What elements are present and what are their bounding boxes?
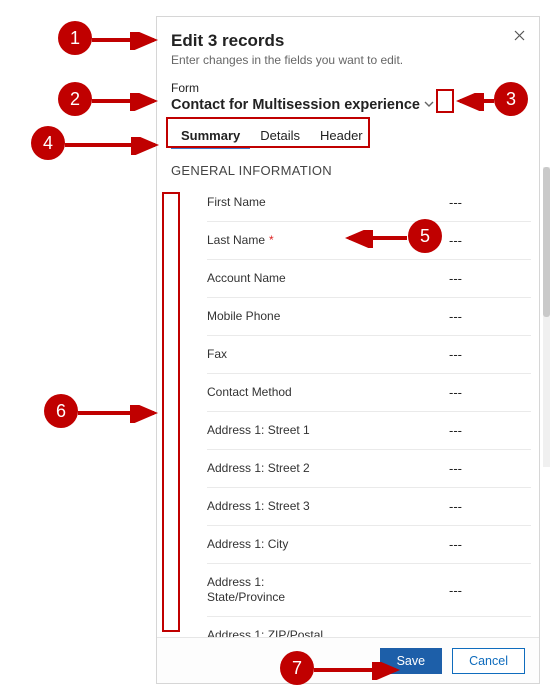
callout-3: 3 bbox=[494, 82, 528, 116]
field-value: --- bbox=[449, 347, 519, 362]
field-value: --- bbox=[449, 309, 519, 324]
callout-4: 4 bbox=[31, 126, 65, 160]
scrollbar-thumb[interactable] bbox=[543, 167, 550, 317]
callout-box-dropdown bbox=[436, 89, 454, 113]
field-fax[interactable]: Fax --- bbox=[207, 336, 531, 374]
close-icon bbox=[514, 30, 525, 41]
callout-2: 2 bbox=[58, 82, 92, 116]
field-value: --- bbox=[449, 385, 519, 400]
field-contact-method[interactable]: Contact Method --- bbox=[207, 374, 531, 412]
form-selector-name[interactable]: Contact for Multisession experience bbox=[171, 97, 420, 113]
callout-7: 7 bbox=[280, 651, 314, 685]
required-asterisk: * bbox=[269, 233, 274, 247]
arrow-2 bbox=[92, 93, 164, 111]
field-addr1-city[interactable]: Address 1: City --- bbox=[207, 526, 531, 564]
field-first-name[interactable]: First Name --- bbox=[207, 184, 531, 222]
chevron-down-icon bbox=[424, 101, 434, 108]
fields-list: First Name --- Last Name* --- Account Name… bbox=[157, 184, 539, 654]
callout-1: 1 bbox=[58, 21, 92, 55]
field-label: Contact Method bbox=[207, 385, 292, 400]
callout-box-fields bbox=[162, 192, 180, 632]
callout-6: 6 bbox=[44, 394, 78, 428]
close-button[interactable] bbox=[509, 25, 529, 45]
field-label: Address 1: Street 2 bbox=[207, 461, 310, 476]
field-value: --- bbox=[449, 461, 519, 476]
arrow-4 bbox=[65, 137, 165, 155]
field-label: Address 1: Street 3 bbox=[207, 499, 310, 514]
field-label: Fax bbox=[207, 347, 227, 362]
field-label: Last Name* bbox=[207, 233, 274, 248]
field-value: --- bbox=[449, 233, 519, 248]
field-addr1-street2[interactable]: Address 1: Street 2 --- bbox=[207, 450, 531, 488]
field-value: --- bbox=[449, 423, 519, 438]
dialog-title: Edit 3 records bbox=[171, 31, 525, 51]
field-account-name[interactable]: Account Name --- bbox=[207, 260, 531, 298]
field-label: First Name bbox=[207, 195, 266, 210]
field-value: --- bbox=[449, 537, 519, 552]
callout-box-tabs bbox=[166, 117, 370, 148]
field-addr1-street1[interactable]: Address 1: Street 1 --- bbox=[207, 412, 531, 450]
field-addr1-street3[interactable]: Address 1: Street 3 --- bbox=[207, 488, 531, 526]
field-value: --- bbox=[449, 499, 519, 514]
field-value: --- bbox=[449, 583, 519, 598]
form-selector-dropdown[interactable] bbox=[422, 95, 436, 113]
field-addr1-state[interactable]: Address 1: State/Province --- bbox=[207, 564, 531, 617]
field-label: Address 1: Street 1 bbox=[207, 423, 310, 438]
arrow-6 bbox=[78, 405, 164, 423]
field-label: Address 1: State/Province bbox=[207, 575, 337, 605]
dialog-subtitle: Enter changes in the fields you want to … bbox=[171, 53, 525, 67]
arrow-1 bbox=[92, 32, 164, 50]
field-mobile-phone[interactable]: Mobile Phone --- bbox=[207, 298, 531, 336]
callout-5: 5 bbox=[408, 219, 442, 253]
arrow-5 bbox=[343, 230, 411, 248]
section-header-general: GENERAL INFORMATION bbox=[157, 149, 539, 184]
field-label: Mobile Phone bbox=[207, 309, 280, 324]
field-label: Address 1: City bbox=[207, 537, 288, 552]
field-value: --- bbox=[449, 195, 519, 210]
field-value: --- bbox=[449, 271, 519, 286]
cancel-button[interactable]: Cancel bbox=[452, 648, 525, 674]
arrow-7 bbox=[314, 662, 406, 680]
arrow-3 bbox=[454, 93, 498, 111]
field-label: Account Name bbox=[207, 271, 286, 286]
